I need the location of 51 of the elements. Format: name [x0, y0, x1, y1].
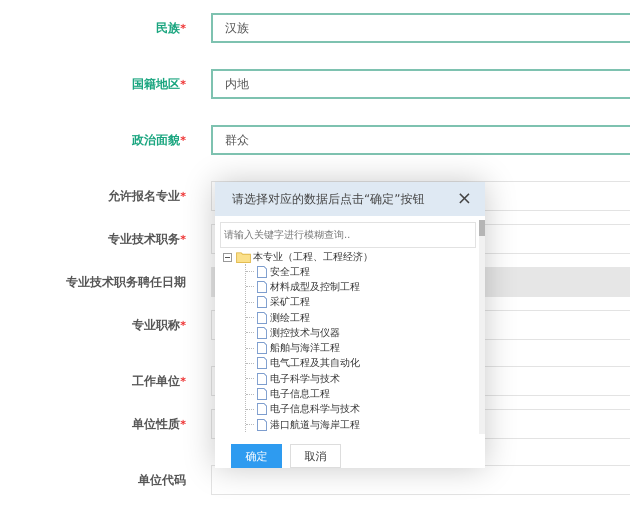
input-field[interactable]: 内地 — [211, 69, 630, 99]
required-mark: * — [180, 22, 186, 34]
input-field[interactable]: 群众 — [211, 125, 630, 155]
field-label: 国籍地区 — [132, 76, 180, 90]
tree-item[interactable]: 材料成型及控制工程 — [270, 280, 360, 294]
tree-item[interactable]: 本专业（工程、工程经济） — [253, 250, 373, 264]
scrollbar-thumb[interactable] — [479, 220, 485, 236]
document-icon — [257, 326, 267, 339]
tree-item[interactable]: 电子信息工程 — [270, 387, 330, 402]
search-field[interactable]: 请输入关键字进行模糊查询.. — [220, 222, 476, 248]
field-label: 民族 — [156, 20, 180, 34]
input-field[interactable]: 汉族 — [211, 13, 630, 43]
document-icon — [257, 372, 267, 385]
field-label: 单位代码 — [138, 472, 186, 486]
document-icon — [257, 280, 267, 293]
field-label: 专业技术职务 — [108, 232, 180, 246]
close-button[interactable]: × — [454, 189, 475, 209]
required-mark: * — [180, 374, 186, 388]
document-icon — [257, 266, 267, 278]
tree-item[interactable]: 测控技术与仪器 — [270, 326, 340, 340]
tree-item[interactable]: 港口航道与海岸工程 — [270, 418, 360, 432]
folder-icon — [236, 251, 251, 263]
document-icon — [257, 342, 267, 354]
document-icon — [257, 357, 267, 370]
document-icon — [257, 296, 267, 308]
tree-item[interactable]: 电子科学与技术 — [270, 372, 340, 386]
field-label: 工作单位 — [132, 374, 180, 388]
document-icon — [257, 388, 267, 400]
required-mark: * — [180, 134, 186, 146]
required-mark: * — [180, 318, 186, 332]
field-label: 允许报名专业 — [108, 188, 180, 202]
tree-item[interactable]: 电子信息科学与技术 — [270, 402, 360, 416]
document-icon — [257, 418, 267, 431]
collapse-toggle-icon[interactable] — [223, 252, 232, 262]
tree-item[interactable]: 采矿工程 — [270, 295, 310, 310]
tree-item[interactable]: 测绘工程 — [270, 310, 310, 325]
required-mark: * — [180, 418, 186, 430]
cancel-button[interactable]: 取消 — [290, 444, 341, 468]
field-label: 单位性质 — [132, 416, 180, 430]
document-icon — [257, 403, 267, 416]
field-label: 专业技术职务聘任日期 — [66, 274, 186, 288]
required-mark: * — [180, 190, 186, 202]
document-icon — [257, 312, 267, 324]
tree-item[interactable]: 安全工程 — [270, 264, 310, 279]
dialog-title: 请选择对应的数据后点击“确定”按钮 — [232, 190, 424, 208]
required-mark: * — [180, 232, 186, 246]
tree-item[interactable]: 电气工程及其自动化 — [270, 356, 360, 370]
tree-item[interactable]: 船舶与海洋工程 — [270, 341, 340, 356]
field-label: 专业职称 — [132, 318, 180, 332]
required-mark: * — [180, 78, 186, 90]
field-label: 政治面貌 — [132, 132, 180, 146]
